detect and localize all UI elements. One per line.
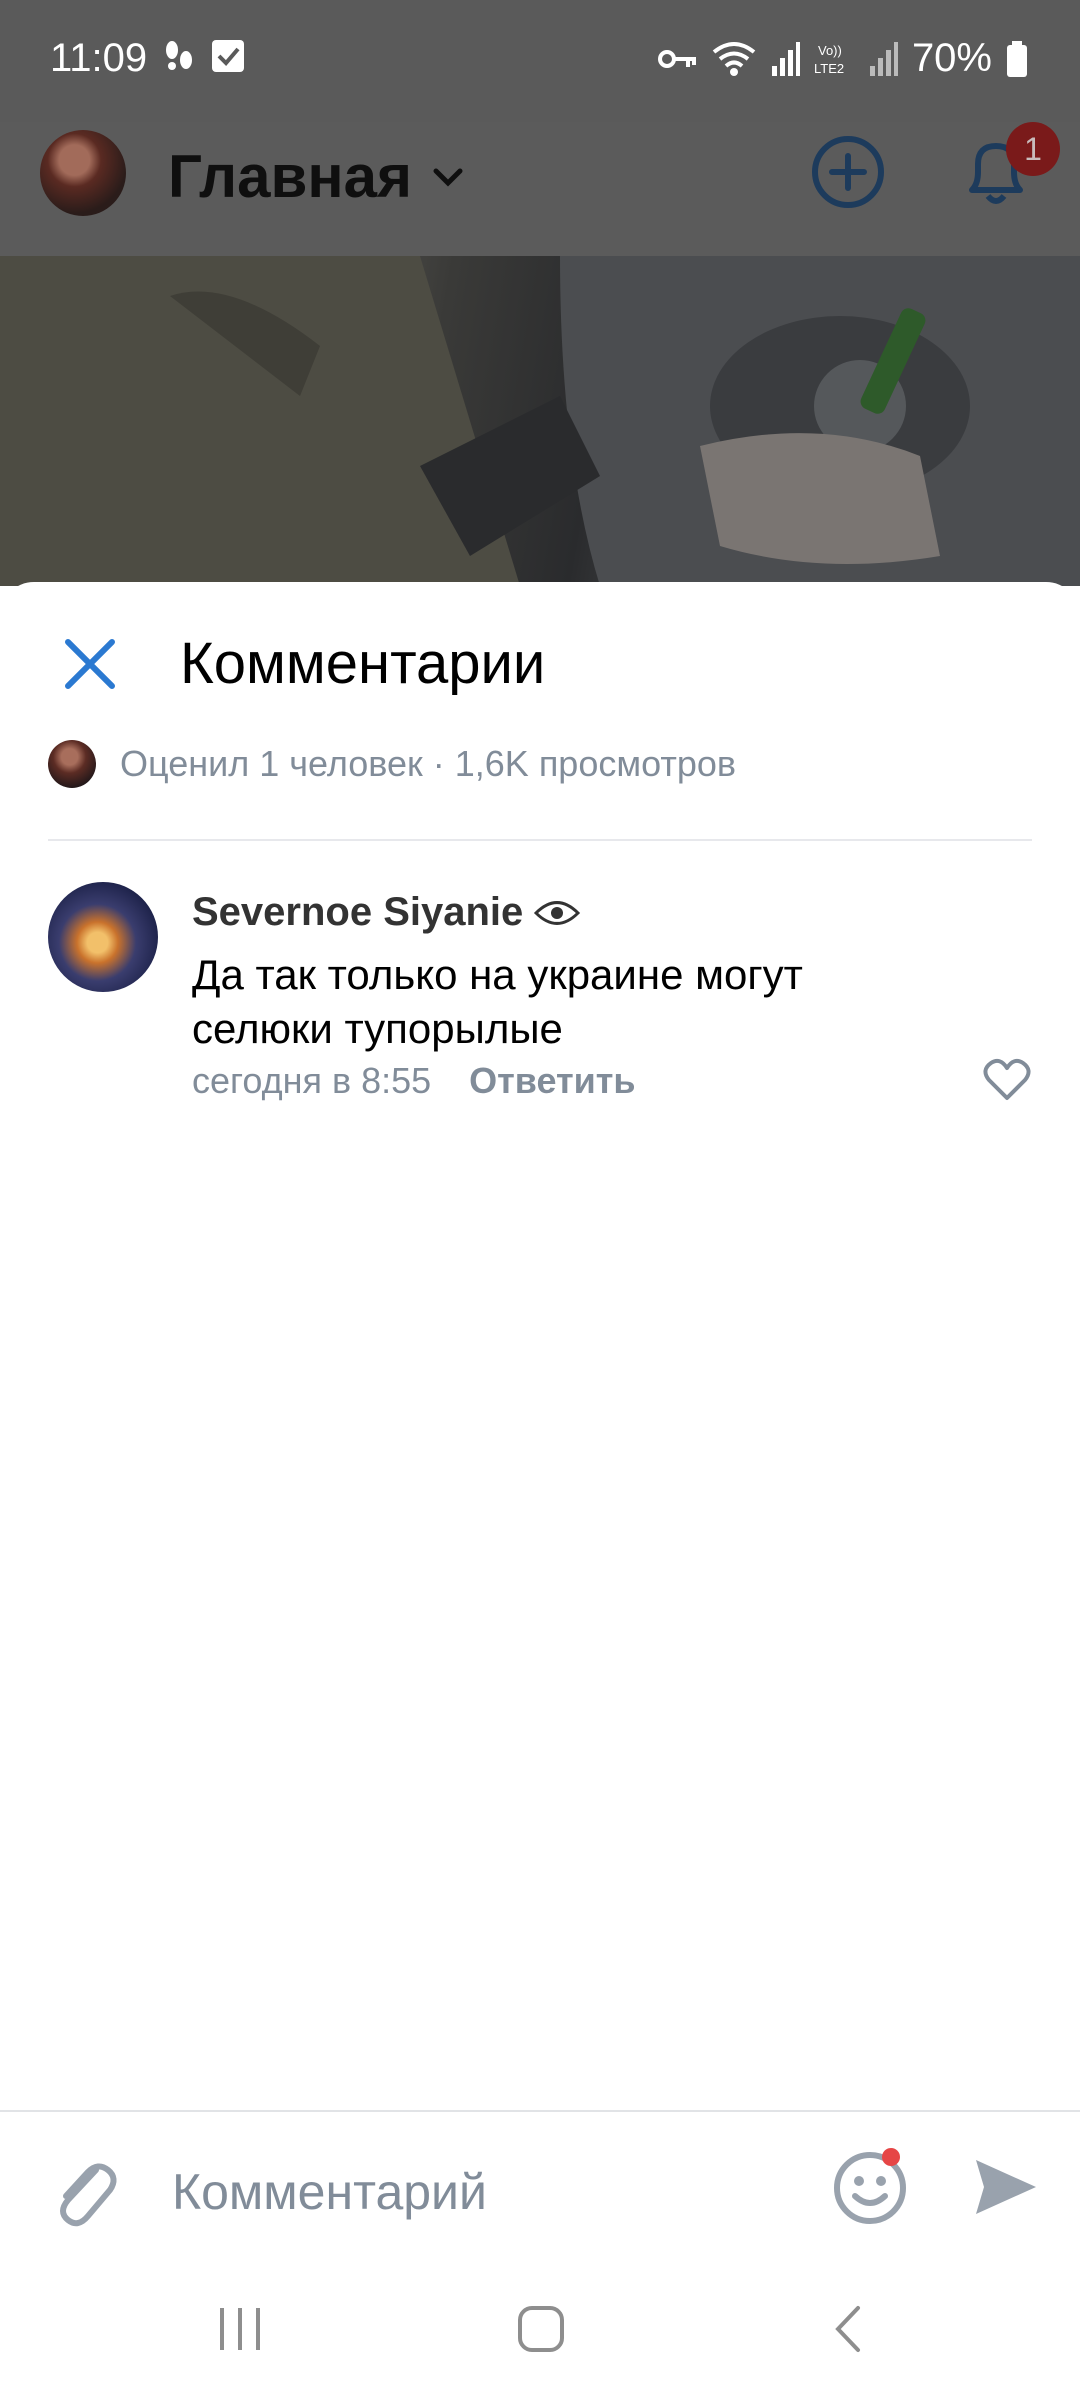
divider <box>48 839 1032 841</box>
comment-text: Да так только на украине могут селюки ту… <box>192 951 803 1052</box>
add-post-button[interactable] <box>810 134 886 210</box>
comment-author[interactable]: Severnoe Siyanie <box>192 890 581 935</box>
feed-selector[interactable]: Главная <box>168 142 466 211</box>
status-right: Vo)) LTE2 70% <box>657 36 1028 81</box>
comment-item: Severnoe Siyanie Да так только на украин… <box>48 882 1032 1122</box>
likes-summary-row[interactable]: Оценил 1 человек · 1,6K просмотров <box>48 740 736 788</box>
comment-meta: сегодня в 8:55 Ответить <box>192 1060 636 1102</box>
emoji-badge-dot <box>882 2148 900 2166</box>
paperclip-icon[interactable] <box>50 2152 120 2232</box>
heart-icon[interactable] <box>983 1058 1031 1102</box>
page-title: Главная <box>168 143 413 210</box>
comment-author-avatar[interactable] <box>48 882 158 992</box>
wifi-icon <box>712 41 756 76</box>
battery-percent: 70% <box>911 36 992 80</box>
vpn-key-icon <box>657 49 696 68</box>
reply-button[interactable]: Ответить <box>469 1060 635 1102</box>
comment-time: сегодня в 8:55 <box>192 1060 432 1101</box>
notification-badge: 1 <box>1006 122 1060 176</box>
status-bar: 11:09 Vo)) LTE2 70% <box>0 0 1080 122</box>
app-header: Главная 1 <box>0 122 1080 256</box>
post-image <box>0 256 1080 586</box>
comment-input-bar <box>0 2110 1080 2262</box>
recent-apps-icon[interactable] <box>216 2306 266 2352</box>
checkbox-icon <box>212 40 244 72</box>
steps-icon <box>166 41 192 70</box>
post-photo <box>0 256 1080 586</box>
send-icon[interactable] <box>970 2152 1040 2222</box>
eye-icon <box>534 900 581 925</box>
battery-icon <box>1007 40 1027 77</box>
status-time: 11:09 <box>50 36 148 80</box>
chevron-down-icon <box>433 168 463 187</box>
svg-text:Vo)): Vo)) <box>818 43 842 58</box>
close-icon[interactable] <box>60 634 120 694</box>
status-left-icons <box>160 38 246 78</box>
comment-author-name: Severnoe Siyanie <box>192 890 524 934</box>
signal-icon <box>771 41 800 76</box>
svg-text:LTE2: LTE2 <box>814 61 844 76</box>
profile-avatar[interactable] <box>40 130 126 216</box>
volte-icon: Vo)) LTE2 <box>814 43 844 76</box>
likes-summary: Оценил 1 человек · 1,6K просмотров <box>120 743 736 784</box>
home-icon[interactable] <box>516 2304 566 2354</box>
comment-input[interactable] <box>170 2156 774 2228</box>
signal-2-icon <box>869 41 898 76</box>
liker-avatar <box>48 740 96 788</box>
system-nav-bar <box>0 2260 1080 2400</box>
sheet-title: Комментарии <box>180 631 546 696</box>
back-icon[interactable] <box>830 2304 864 2354</box>
